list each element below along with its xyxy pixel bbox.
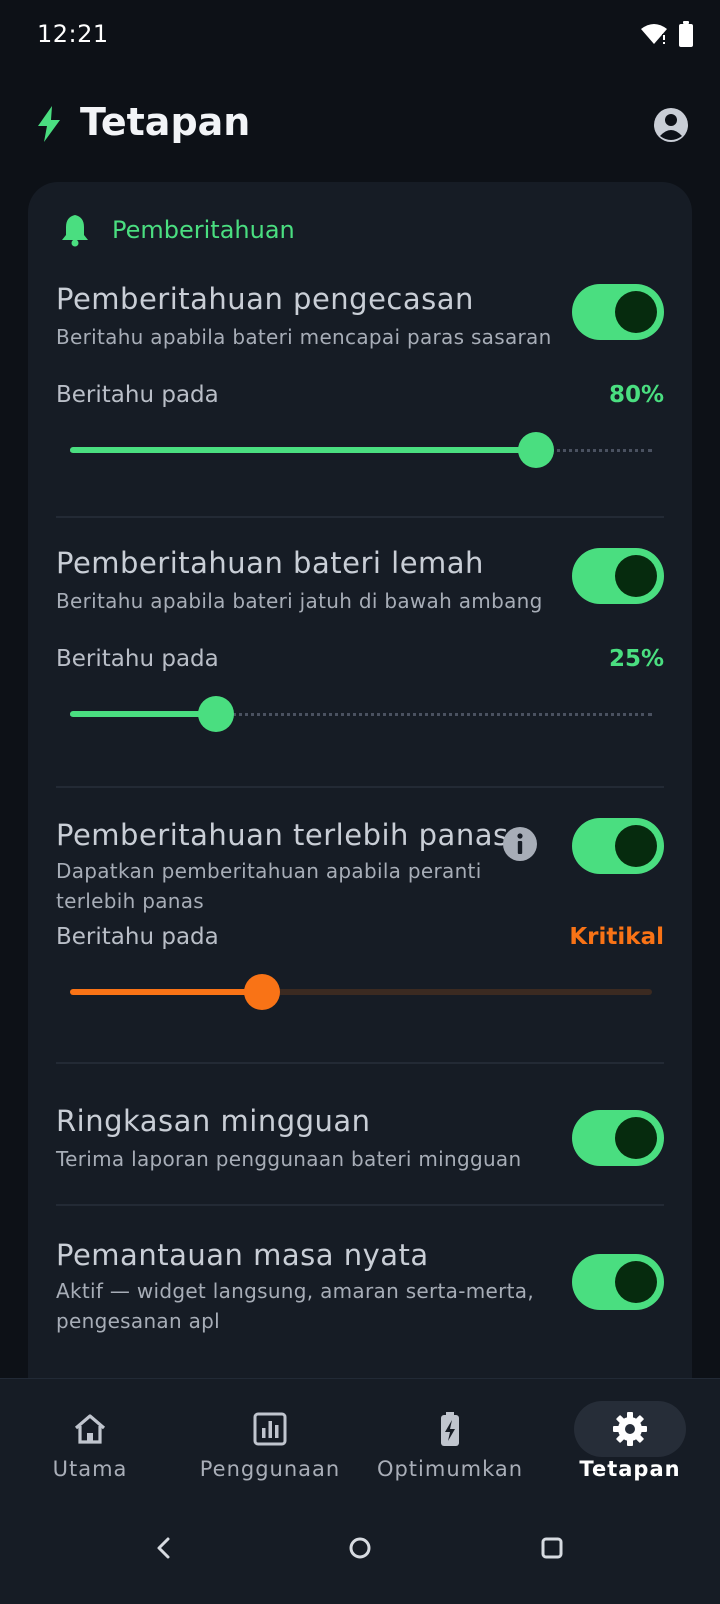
- slider-label: Beritahu pada: [56, 924, 219, 950]
- section-header: Pemberitahuan: [60, 210, 295, 250]
- slider-thumb[interactable]: [518, 432, 554, 468]
- overheat-level-slider[interactable]: [70, 972, 652, 1012]
- setting-title: Pemberitahuan terlebih panas: [56, 818, 509, 852]
- slider-value: 25%: [608, 646, 664, 672]
- description-line: Aktif — widget langsung, amaran serta-me…: [56, 1279, 535, 1303]
- status-time: 12:21: [37, 20, 109, 48]
- bar-chart-icon: [253, 1412, 287, 1446]
- toggle-knob: [615, 825, 657, 867]
- home-circle-icon[interactable]: [340, 1528, 380, 1568]
- charging-level-slider[interactable]: [70, 430, 652, 470]
- nav-label: Optimumkan: [376, 1457, 524, 1481]
- setting-description: Beritahu apabila bateri mencapai paras s…: [56, 325, 552, 349]
- recents-icon[interactable]: [532, 1528, 572, 1568]
- slider-fill: [70, 711, 216, 717]
- nav-item-penggunaan[interactable]: Penggunaan: [180, 1379, 360, 1499]
- setting-title: Pemantauan masa nyata: [56, 1238, 429, 1272]
- setting-title: Ringkasan mingguan: [56, 1104, 371, 1138]
- setting-realtime-monitoring: Pemantauan masa nyata Aktif — widget lan…: [56, 1238, 664, 1338]
- bolt-icon: [38, 106, 60, 142]
- toggle-knob: [615, 1117, 657, 1159]
- divider: [56, 516, 664, 518]
- system-navigation-bar: [0, 1498, 720, 1604]
- nav-item-optimumkan[interactable]: Optimumkan: [360, 1379, 540, 1499]
- slider-label: Beritahu pada: [56, 382, 219, 408]
- slider-value: 80%: [608, 382, 664, 408]
- nav-item-tetapan[interactable]: Tetapan: [540, 1379, 720, 1499]
- slider-fill: [70, 447, 536, 453]
- overheat-toggle[interactable]: [572, 818, 664, 874]
- setting-title: Pemberitahuan pengecasan: [56, 282, 474, 316]
- setting-title: Pemberitahuan bateri lemah: [56, 546, 484, 580]
- info-icon[interactable]: [502, 826, 538, 862]
- toggle-knob: [615, 291, 657, 333]
- nav-label: Tetapan: [579, 1457, 681, 1481]
- realtime-monitoring-toggle[interactable]: [572, 1254, 664, 1310]
- home-icon: [74, 1414, 106, 1444]
- slider-thumb[interactable]: [244, 974, 280, 1010]
- setting-description: Beritahu apabila bateri jatuh di bawah a…: [56, 589, 543, 613]
- description-line: pengesanan apl: [56, 1309, 221, 1333]
- bottom-navigation: Utama Penggunaan Optimumkan Tetapan: [0, 1378, 720, 1499]
- status-bar: 12:21: [0, 0, 720, 72]
- gear-icon: [613, 1412, 647, 1446]
- bell-icon: [62, 215, 88, 247]
- divider: [56, 786, 664, 788]
- setting-charging-notification: Pemberitahuan pengecasan Beritahu apabil…: [56, 282, 664, 502]
- low-battery-level-slider[interactable]: [70, 694, 652, 734]
- setting-low-battery-notification: Pemberitahuan bateri lemah Beritahu apab…: [56, 546, 664, 766]
- description-line: terlebih panas: [56, 889, 205, 913]
- slider-label: Beritahu pada: [56, 646, 219, 672]
- divider: [56, 1062, 664, 1064]
- slider-fill: [70, 989, 262, 995]
- page-title: Tetapan: [80, 100, 251, 144]
- app-header: Tetapan: [0, 90, 720, 160]
- setting-weekly-summary: Ringkasan mingguan Terima laporan penggu…: [56, 1104, 664, 1184]
- divider: [56, 1204, 664, 1206]
- weekly-summary-toggle[interactable]: [572, 1110, 664, 1166]
- notifications-card: Pemberitahuan Pemberitahuan pengecasan B…: [28, 182, 692, 1422]
- wifi-icon: [641, 24, 667, 44]
- battery-icon: [679, 21, 693, 47]
- toggle-knob: [615, 1261, 657, 1303]
- nav-item-utama[interactable]: Utama: [0, 1379, 180, 1499]
- setting-description: Aktif — widget langsung, amaran serta-me…: [56, 1276, 534, 1336]
- slider-value: Kritikal: [569, 924, 664, 950]
- account-circle-icon[interactable]: [652, 106, 690, 144]
- slider-thumb[interactable]: [198, 696, 234, 732]
- setting-overheat-notification: Pemberitahuan terlebih panas Dapatkan pe…: [56, 818, 664, 1048]
- toggle-knob: [615, 555, 657, 597]
- charging-notification-toggle[interactable]: [572, 284, 664, 340]
- description-line: Dapatkan pemberitahuan apabila peranti: [56, 859, 482, 883]
- battery-charging-icon: [441, 1412, 459, 1446]
- back-icon[interactable]: [144, 1528, 184, 1568]
- nav-label: Penggunaan: [199, 1457, 341, 1481]
- nav-label: Utama: [52, 1457, 128, 1481]
- setting-description: Terima laporan penggunaan bateri minggua…: [56, 1147, 522, 1171]
- status-icons: [640, 20, 694, 48]
- low-battery-toggle[interactable]: [572, 548, 664, 604]
- setting-description: Dapatkan pemberitahuan apabila peranti t…: [56, 856, 482, 916]
- section-title: Pemberitahuan: [112, 216, 295, 244]
